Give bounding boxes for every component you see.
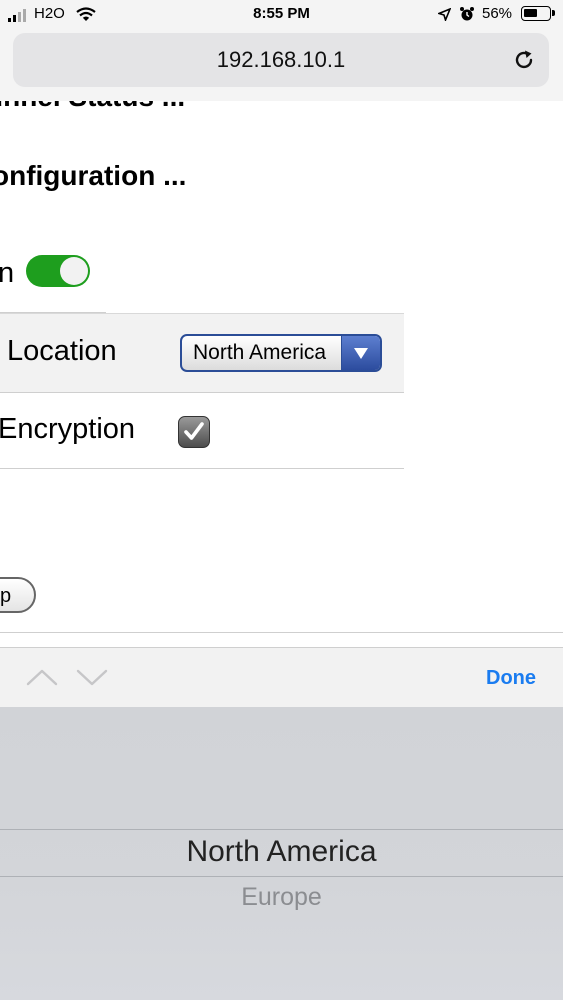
enable-label: n [0,257,15,289]
tunnel-status-heading[interactable]: unnel Status ... [0,101,185,113]
picker-selection-line [0,829,563,830]
option-picker[interactable]: North America Europe [0,707,563,1000]
battery-percent: 56% [482,5,513,22]
encryption-label: Encryption [0,413,136,445]
location-label: Location [7,335,117,367]
done-button[interactable]: Done [486,667,536,690]
partial-button[interactable]: p [0,577,36,613]
picker-option[interactable]: Europe [0,883,563,912]
clock: 8:55 PM [253,5,310,22]
location-select[interactable]: North America [180,334,382,372]
partial-button-label: p [0,585,12,607]
chevron-up-icon[interactable] [26,668,58,686]
chevron-down-icon [341,336,380,370]
enable-toggle[interactable] [26,255,90,287]
picker-option-selected[interactable]: North America [0,835,563,869]
chevron-down-icon[interactable] [76,669,108,687]
reload-icon[interactable] [512,48,536,72]
alarm-icon [460,7,474,21]
divider [0,468,404,469]
picker-selection-line [0,876,563,877]
configuration-heading[interactable]: onfiguration ... [0,160,186,192]
checkmark-icon [184,422,204,440]
location-select-value: North America [193,341,327,364]
web-page: unnel Status ... onfiguration ... n Loca… [0,101,563,633]
battery-icon [521,6,555,21]
address-bar[interactable]: 192.168.10.1 [13,33,549,87]
keyboard-accessory-bar: Done [0,647,563,708]
browser-toolbar: 192.168.10.1 [0,30,563,102]
divider [0,632,563,633]
toggle-knob [60,257,88,285]
status-bar: H2O 8:55 PM 56% [0,0,563,30]
encryption-checkbox[interactable] [178,416,210,448]
location-arrow-icon [438,8,451,21]
url-text[interactable]: 192.168.10.1 [13,33,549,87]
location-row: Location North America [0,313,404,393]
